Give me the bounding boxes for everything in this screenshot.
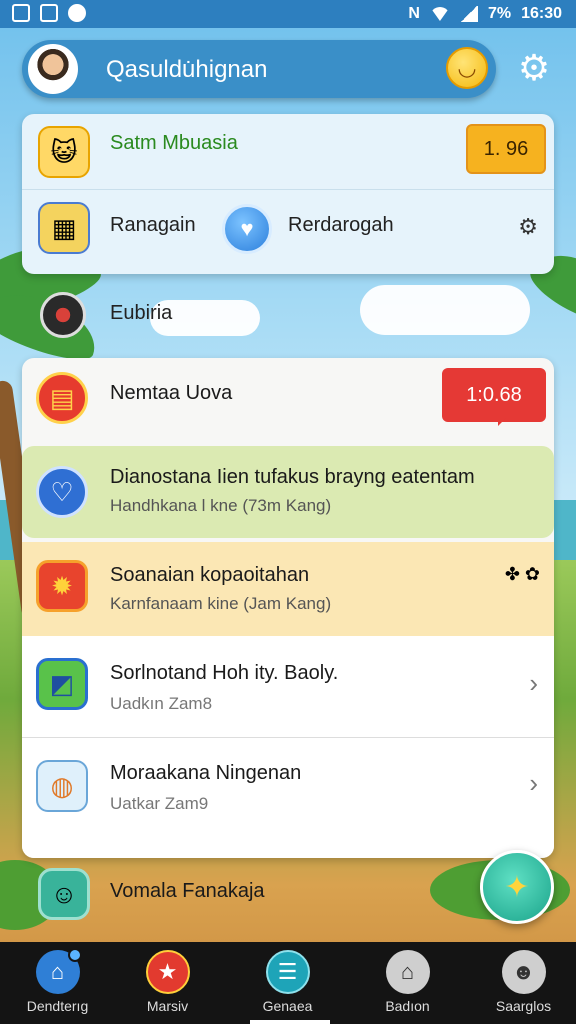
alert-badge: 1:0.68 xyxy=(442,368,546,426)
list-item[interactable]: ✹ Soanaian kopaoitahan Karnfanaam kine (… xyxy=(22,542,554,636)
row-subtitle: Karnfanaam kine (Jam Kang) xyxy=(110,594,332,613)
chevron-right-icon: › xyxy=(529,768,538,798)
strip-label: Eubiria xyxy=(110,302,173,324)
row-subtitle: Handhkana l kne (73m Kang) xyxy=(110,496,332,515)
list-item[interactable]: 😺 Satm Mbuasia 1. 96 xyxy=(22,114,554,190)
strip-row[interactable]: Eubiria xyxy=(22,280,554,350)
shield-disc-icon xyxy=(40,292,86,338)
nav-item-home[interactable]: ⌂ Dendterıg xyxy=(0,942,115,1024)
nav-item-star[interactable]: ★ Marsiv xyxy=(110,942,225,1024)
row-title: Moraakana Ningenan xyxy=(110,762,302,784)
main-list: ▤ Nemtaa Uova 1:0.68 ♡ Dianostana Iien t… xyxy=(22,358,554,858)
nav-label: Genaea xyxy=(262,998,313,1014)
green-cube-icon: ◩ xyxy=(36,658,88,710)
image-notification-icon xyxy=(12,4,30,22)
nav-label: Marsiv xyxy=(146,998,189,1014)
active-tab-indicator xyxy=(250,1020,330,1024)
list-item[interactable]: ☺ Vomala Fanakaja xyxy=(22,862,554,942)
small-gear-icon[interactable]: ⚙ xyxy=(518,214,538,240)
wifi-icon xyxy=(429,7,450,21)
row-title: Sorlnotand Hoh ity. Baoly. xyxy=(110,662,339,684)
gear-badge-icon: ✹ xyxy=(36,560,88,612)
status-bar: N 7% 16:30 xyxy=(0,0,576,28)
row-title: Nemtaa Uova xyxy=(110,382,233,404)
user-avatar[interactable] xyxy=(28,44,78,94)
nav-label: Saarglos xyxy=(495,998,552,1014)
smiley-face-icon[interactable]: ◡ xyxy=(446,47,488,89)
row-subtitle: Uadkın Zam8 xyxy=(110,694,213,713)
bottom-navigation: ⌂ Dendterıg ★ Marsiv ☰ Genaea ⌂ Badıon ☻… xyxy=(0,942,576,1024)
top-panel: 😺 Satm Mbuasia 1. 96 ▦ Ranagain ♥ Rerdar… xyxy=(22,114,554,274)
box-stack-icon: ▦ xyxy=(38,202,90,254)
row-label: Satm Mbuasia xyxy=(110,132,238,154)
character-avatar: ☺ xyxy=(38,868,90,920)
app-notification-icon xyxy=(68,4,86,22)
profile-icon: ☻ xyxy=(501,950,546,994)
row-subtitle: Uatkar Zam9 xyxy=(110,794,209,813)
row-title: Vomala Fanakaja xyxy=(110,880,265,902)
nav-item-house[interactable]: ⌂ Badıon xyxy=(350,942,465,1024)
nav-label: Badıon xyxy=(385,998,430,1014)
signal-icon xyxy=(459,6,478,22)
list-item[interactable]: ◍ Moraakana Ningenan Uatkar Zam9 › xyxy=(22,738,554,858)
row-title: Dianostana Iien tufakus brayng eatentam xyxy=(110,466,475,488)
photo-notification-icon xyxy=(40,4,58,22)
score-badge: 1. 96 xyxy=(466,124,546,174)
top-header: Qasuldu̇hignan ◡ xyxy=(22,40,496,98)
list-item[interactable]: ♡ Dianostana Iien tufakus brayng eatenta… xyxy=(22,446,554,538)
home-icon: ⌂ xyxy=(35,948,82,994)
robot-chick-fab[interactable]: ✦ xyxy=(480,850,554,924)
chat-lines-icon: ☰ xyxy=(265,950,310,994)
star-icon: ★ xyxy=(145,950,190,994)
row-title: Soanaian kopaoitahan xyxy=(110,564,310,586)
heart-circle-icon: ♡ xyxy=(36,466,88,518)
list-item[interactable]: ▤ Nemtaa Uova 1:0.68 xyxy=(22,358,554,446)
list-item[interactable]: ◩ Sorlnotand Hoh ity. Baoly. Uadkın Zam8… xyxy=(22,636,554,738)
clock: 16:30 xyxy=(521,5,562,22)
page-title: Qasuldu̇hignan xyxy=(106,56,268,83)
gear-icon[interactable]: ⚙ xyxy=(514,48,554,88)
sticker-icons: ✤ ✿ xyxy=(504,564,540,584)
nav-item-chat[interactable]: ☰ Genaea xyxy=(230,942,345,1024)
row-left-label[interactable]: Ranagain xyxy=(110,214,196,237)
notification-dot xyxy=(67,948,82,962)
nfc-icon: N xyxy=(408,5,420,22)
nav-item-profile[interactable]: ☻ Saarglos xyxy=(466,942,576,1024)
cat-face-icon: 😺 xyxy=(38,126,90,178)
nav-label: Dendterıg xyxy=(26,998,89,1014)
battery-level: 7% xyxy=(487,5,512,22)
heart-chat-icon[interactable]: ♥ xyxy=(222,204,272,254)
note-square-icon: ▤ xyxy=(36,372,88,424)
house-outline-icon: ⌂ xyxy=(385,950,430,994)
row-right-label[interactable]: Rerdarogah xyxy=(288,214,394,237)
blue-box-icon: ◍ xyxy=(36,760,88,812)
chevron-right-icon: › xyxy=(529,668,538,698)
